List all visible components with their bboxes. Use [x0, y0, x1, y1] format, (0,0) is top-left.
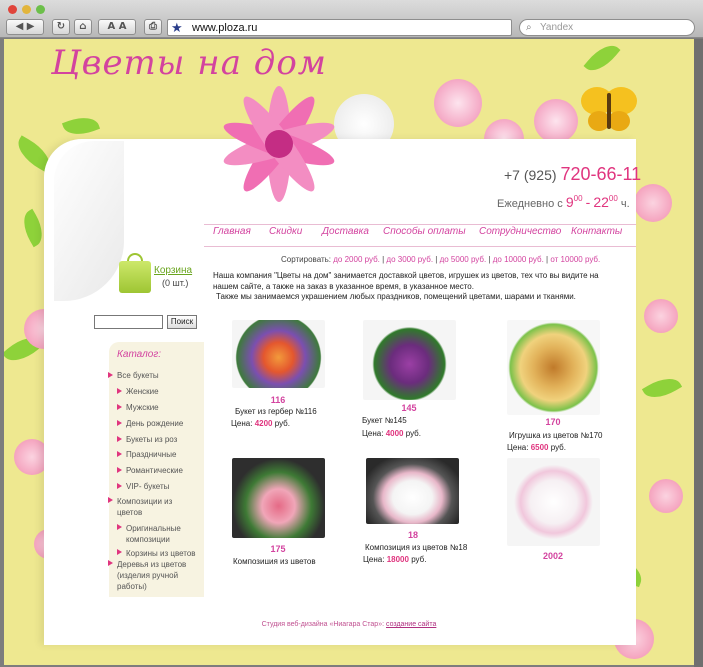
rose-decoration — [644, 299, 678, 333]
intro-line: Наша компания "Цветы на дом" занимается … — [213, 271, 599, 291]
minimize-window-icon[interactable] — [22, 5, 31, 14]
web-page: Цветы на дом +7 (925) 720-66-11 Ежедневн… — [4, 39, 694, 665]
product-number[interactable]: 18 — [402, 530, 424, 540]
butterfly-decoration — [581, 87, 637, 131]
catalog-item[interactable]: Праздничные — [116, 450, 176, 459]
catalog-item[interactable]: VIP- букеты — [116, 482, 169, 491]
footer-text: Студия веб-дизайна «Ниагара Стар»: — [261, 621, 385, 628]
intro-text: Наша компания "Цветы на дом" занимается … — [213, 271, 613, 303]
product-number[interactable]: 145 — [398, 403, 420, 413]
home-icon[interactable]: ⌂ — [74, 19, 92, 35]
product-number[interactable]: 175 — [267, 544, 289, 554]
hours-from: 9 — [565, 194, 574, 210]
sort-label: Сортировать: — [281, 255, 332, 264]
catalog-item[interactable]: Женские — [117, 387, 159, 396]
product-price: Цена: 4000 руб. — [362, 429, 421, 438]
nav-divider — [204, 246, 636, 247]
nav-contacts[interactable]: Контакты — [571, 226, 622, 237]
sort-option[interactable]: до 3000 руб. — [386, 255, 433, 264]
lily-decoration — [223, 86, 335, 202]
sort-option[interactable]: до 5000 руб. — [440, 255, 487, 264]
nav-cooperation[interactable]: Сотрудничество — [479, 226, 561, 237]
address-bar[interactable]: ★ www.ploza.ru — [167, 19, 512, 36]
cart-link[interactable]: Корзина — [154, 265, 192, 276]
cart-count: (0 шт.) — [162, 278, 189, 288]
sort-option[interactable]: до 2000 руб. — [333, 255, 380, 264]
phone-prefix: +7 (925) — [504, 167, 557, 183]
zoom-window-icon[interactable] — [36, 5, 45, 14]
browser-search-field[interactable]: ⌕ Yandex — [519, 19, 695, 36]
nav-home[interactable]: Главная — [213, 226, 251, 237]
product-number[interactable]: 170 — [542, 417, 564, 427]
nav-divider — [204, 224, 636, 225]
product-name[interactable]: Композиция из цветов №18 — [365, 543, 467, 552]
footer: Студия веб-дизайна «Ниагара Стар»: созда… — [4, 621, 694, 628]
product-number[interactable]: 2002 — [538, 551, 568, 561]
phone-number: +7 (925) 720-66-11 — [504, 164, 641, 185]
product-name[interactable]: Букет №145 — [362, 416, 407, 425]
leaf-decoration — [641, 371, 683, 405]
hours-to: 22 — [593, 194, 609, 210]
catalog-item[interactable]: Романтические — [117, 466, 183, 475]
intro-line: Также мы занимаемся украшением любых пра… — [216, 292, 576, 301]
window-edge — [694, 39, 703, 667]
rose-decoration — [534, 99, 578, 143]
product-image[interactable] — [366, 458, 459, 524]
product-image[interactable] — [232, 320, 325, 388]
site-search-button[interactable]: Поиск — [167, 315, 197, 329]
product-price: Цена: 18000 руб. — [363, 555, 427, 564]
back-forward-button[interactable]: ◀ ▶ — [6, 19, 44, 35]
close-window-icon[interactable] — [8, 5, 17, 14]
product-price: Цена: 4200 руб. — [231, 419, 290, 428]
product-image[interactable] — [363, 320, 456, 400]
search-placeholder: Yandex — [540, 22, 574, 33]
hours-suffix: ч. — [620, 198, 630, 210]
catalog-item[interactable]: Композиции из цветов — [108, 496, 187, 518]
leaf-decoration — [61, 111, 101, 141]
product-name[interactable]: Игрушка из цветов №170 — [509, 431, 603, 440]
sort-bar: Сортировать: до 2000 руб. | до 3000 руб.… — [281, 255, 601, 264]
catalog-item[interactable]: Все букеты — [108, 371, 159, 380]
bookmark-star-icon[interactable]: ★ — [171, 20, 183, 36]
catalog-item[interactable]: День рождение — [116, 419, 183, 428]
print-icon[interactable]: ⎙ — [144, 19, 162, 35]
product-image[interactable] — [507, 458, 600, 546]
footer-link[interactable]: создание сайта — [386, 621, 436, 628]
sort-option[interactable]: от 10000 руб. — [550, 255, 600, 264]
hours-to-min: 00 — [608, 194, 618, 203]
catalog-item[interactable]: Деревья из цветов (изделия ручной работы… — [108, 559, 192, 592]
product-name[interactable]: Композиция из цветов — [233, 557, 316, 564]
font-size-button[interactable]: A A — [98, 19, 136, 35]
rose-decoration — [434, 79, 482, 127]
catalog-item[interactable]: Корзины из цветов — [117, 548, 196, 559]
product-image[interactable] — [232, 458, 325, 538]
site-logo[interactable]: Цветы на дом — [51, 43, 327, 83]
reload-icon[interactable]: ↻ — [52, 19, 70, 35]
working-hours: Ежедневно с 900 - 2200 ч. — [497, 194, 630, 210]
nav-delivery[interactable]: Доставка — [322, 226, 369, 237]
rose-decoration — [649, 479, 683, 513]
rose-decoration — [634, 184, 672, 222]
catalog-item[interactable]: Букеты из роз — [116, 435, 177, 444]
product-image[interactable] — [507, 320, 600, 415]
site-search-input[interactable] — [94, 315, 163, 329]
browser-toolbar: ◀ ▶ ↻ ⌂ A A ⎙ ★ www.ploza.ru ⌕ Yandex — [0, 0, 703, 38]
nav-payment[interactable]: Способы оплаты — [383, 226, 466, 237]
catalog-title: Каталог: — [117, 349, 162, 360]
catalog-item[interactable]: Мужские — [117, 403, 159, 412]
hours-prefix: Ежедневно с — [497, 198, 563, 210]
phone-main: 720-66-11 — [560, 164, 642, 184]
leaf-decoration — [583, 39, 621, 78]
sort-option[interactable]: до 10000 руб. — [493, 255, 544, 264]
nav-discounts[interactable]: Скидки — [269, 226, 302, 237]
hours-from-min: 00 — [573, 194, 583, 203]
shopping-bag-icon[interactable] — [119, 261, 151, 293]
product-price: Цена: 6500 руб. — [507, 443, 566, 452]
search-icon: ⌕ — [526, 22, 532, 33]
product-name[interactable]: Букет из гербер №116 — [235, 407, 317, 416]
product-number[interactable]: 116 — [267, 395, 289, 405]
catalog-item[interactable]: Оригинальные композиции — [117, 523, 196, 545]
address-text: www.ploza.ru — [192, 22, 258, 34]
